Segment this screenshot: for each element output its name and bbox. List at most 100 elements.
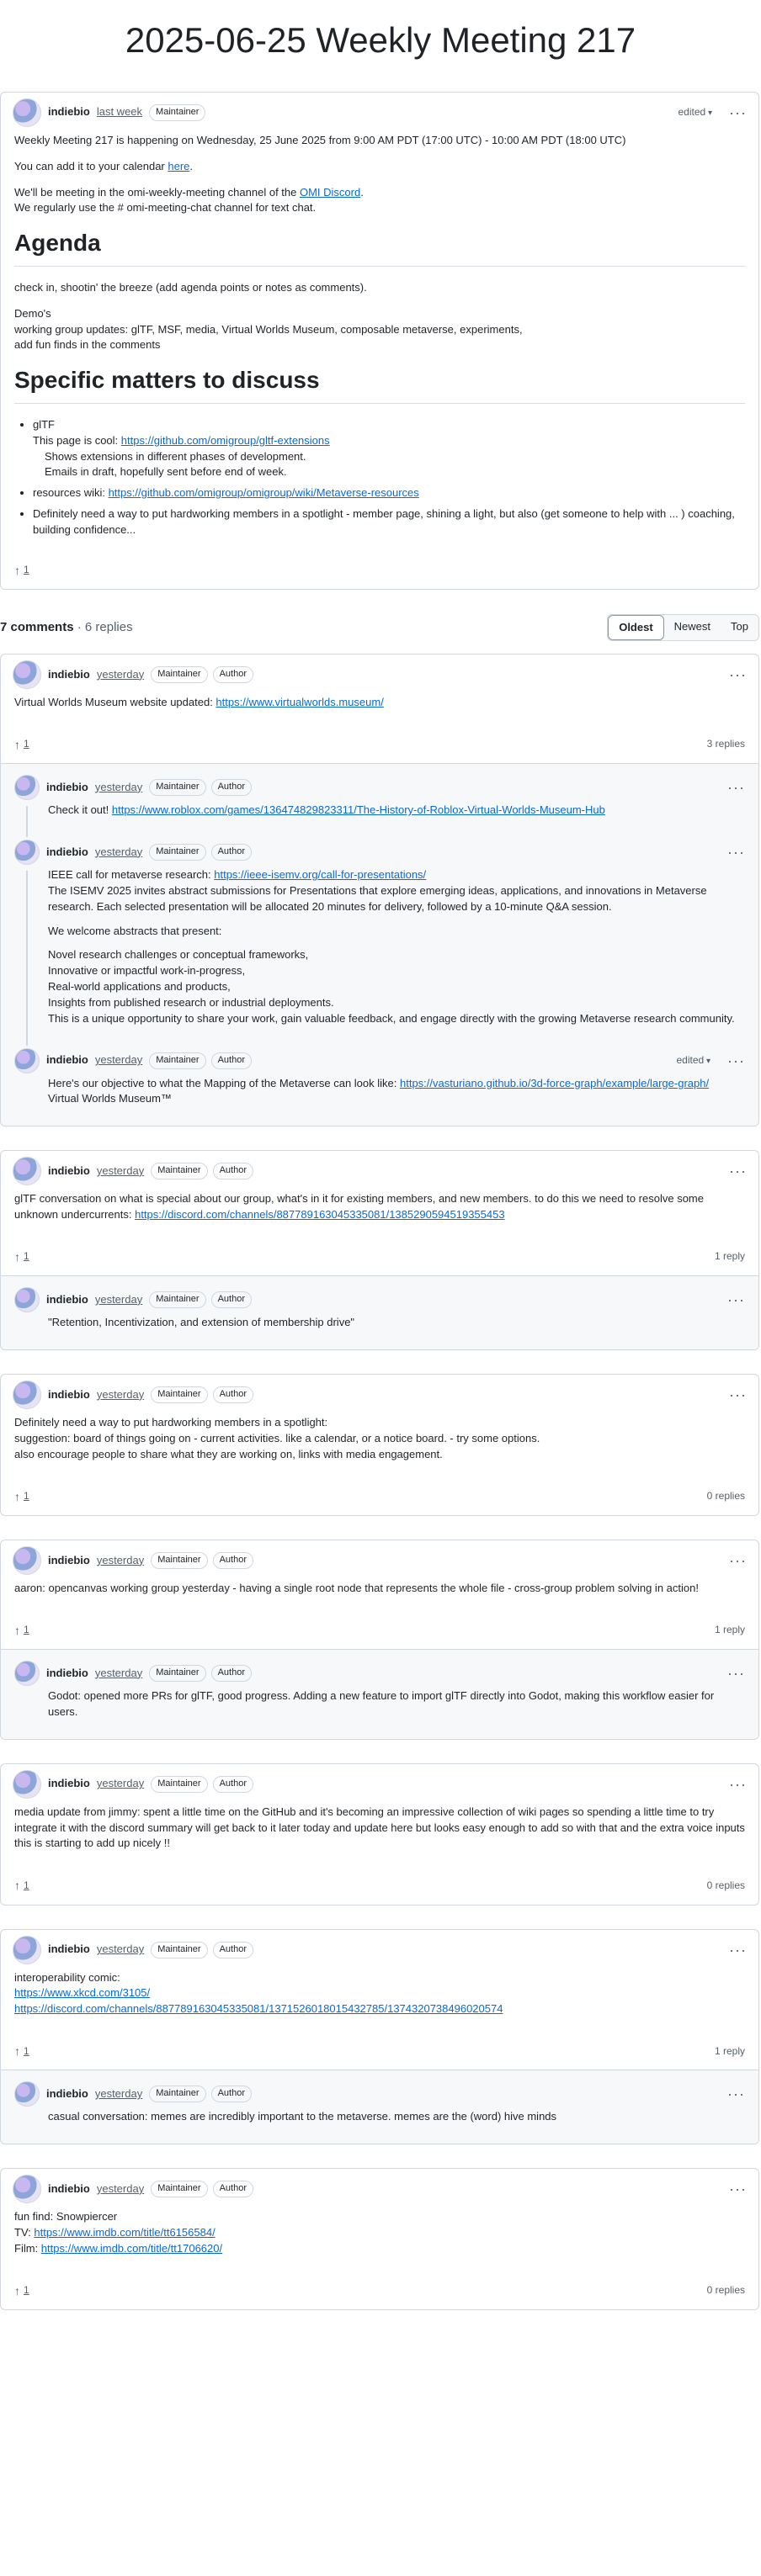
avatar[interactable] — [14, 2081, 40, 2107]
avatar[interactable] — [14, 840, 40, 866]
more-options-icon[interactable]: ··· — [727, 2083, 745, 2105]
comment-time[interactable]: yesterday — [97, 1942, 144, 1958]
upvote-button[interactable]: ↑ 1 — [14, 562, 29, 579]
more-options-icon[interactable]: ··· — [729, 102, 747, 124]
comment-time[interactable]: yesterday — [97, 1163, 144, 1179]
xkcd-link[interactable]: https://www.xkcd.com/3105/ — [14, 1986, 150, 1999]
more-options-icon[interactable]: ··· — [729, 1160, 747, 1182]
thread-line — [26, 871, 28, 1046]
upvote-button[interactable]: ↑ 1 — [14, 1248, 29, 1265]
maintainer-badge: Maintainer — [149, 844, 206, 861]
arrow-up-icon: ↑ — [14, 2044, 20, 2059]
author-name[interactable]: indiebio — [48, 2181, 90, 2197]
discord-message-link[interactable]: https://discord.com/channels/88778916304… — [14, 2002, 503, 2015]
more-options-icon[interactable]: ··· — [727, 1662, 745, 1684]
comment-header: indiebio yesterday Maintainer Author ··· — [1, 655, 758, 695]
comments-count: 7 comments · 6 replies — [0, 620, 133, 635]
reply-count: 3 replies — [706, 738, 745, 750]
author-badge: Author — [212, 1163, 253, 1180]
upvote-button[interactable]: ↑ 1 — [14, 1877, 29, 1894]
avatar[interactable] — [13, 1545, 41, 1575]
sort-oldest-button[interactable]: Oldest — [608, 614, 664, 641]
discord-link[interactable]: OMI Discord — [300, 186, 360, 199]
comment: indiebio yesterday Maintainer Author ···… — [0, 1928, 759, 2145]
more-options-icon[interactable]: ··· — [729, 1550, 747, 1572]
author-badge: Author — [212, 1941, 253, 1959]
more-options-icon[interactable]: ··· — [729, 1384, 747, 1406]
reply-time[interactable]: yesterday — [95, 845, 142, 861]
sort-top-button[interactable]: Top — [721, 615, 758, 641]
author-name[interactable]: indiebio — [48, 1553, 90, 1569]
ieee-link[interactable]: https://ieee-isemv.org/call-for-presenta… — [214, 868, 426, 881]
author-badge: Author — [210, 844, 252, 861]
author-name[interactable]: indiebio — [48, 104, 90, 120]
upvote-button[interactable]: ↑ 1 — [14, 1622, 29, 1639]
avatar[interactable] — [13, 660, 41, 690]
maintainer-badge: Maintainer — [149, 779, 206, 797]
author-name[interactable]: indiebio — [48, 1942, 90, 1958]
author-name[interactable]: indiebio — [48, 1387, 90, 1403]
imdb-tv-link[interactable]: https://www.imdb.com/title/tt6156584/ — [34, 2226, 215, 2239]
comment-time[interactable]: yesterday — [97, 2181, 144, 2197]
author-name[interactable]: indiebio — [46, 1052, 88, 1068]
reply-time[interactable]: yesterday — [95, 1292, 142, 1308]
sort-newest-button[interactable]: Newest — [664, 615, 721, 641]
more-options-icon[interactable]: ··· — [729, 1939, 747, 1961]
reply-time[interactable]: yesterday — [95, 1666, 142, 1682]
avatar[interactable] — [14, 1661, 40, 1687]
more-options-icon[interactable]: ··· — [729, 1773, 747, 1795]
list-item: glTFThis page is cool: https://github.co… — [33, 417, 745, 480]
avatar[interactable] — [14, 775, 40, 801]
comment-time[interactable]: yesterday — [97, 1387, 144, 1403]
avatar[interactable] — [14, 1047, 40, 1073]
roblox-link[interactable]: https://www.roblox.com/games/13647482982… — [112, 803, 605, 816]
author-name[interactable]: indiebio — [46, 845, 88, 861]
imdb-film-link[interactable]: https://www.imdb.com/title/tt1706620/ — [41, 2242, 222, 2255]
reply-time[interactable]: yesterday — [95, 1052, 142, 1068]
author-name[interactable]: indiebio — [48, 667, 90, 683]
comment-time[interactable]: yesterday — [97, 1776, 144, 1792]
gltf-extensions-link[interactable]: https://github.com/omigroup/gltf-extensi… — [121, 434, 330, 447]
upvote-button[interactable]: ↑ 1 — [14, 1488, 29, 1505]
reply-time[interactable]: yesterday — [95, 780, 142, 796]
more-options-icon[interactable]: ··· — [727, 777, 745, 798]
maintainer-badge: Maintainer — [149, 1052, 206, 1069]
avatar[interactable] — [14, 1287, 40, 1313]
maintainer-badge: Maintainer — [151, 666, 208, 683]
reply-time[interactable]: yesterday — [95, 2086, 142, 2102]
avatar[interactable] — [13, 1769, 41, 1799]
avatar[interactable] — [13, 2175, 41, 2204]
author-badge: Author — [212, 2181, 253, 2198]
author-name[interactable]: indiebio — [46, 1666, 88, 1682]
more-options-icon[interactable]: ··· — [729, 664, 747, 686]
upvote-button[interactable]: ↑ 1 — [14, 2282, 29, 2299]
comment-time[interactable]: yesterday — [97, 667, 144, 683]
author-name[interactable]: indiebio — [48, 1776, 90, 1792]
avatar[interactable] — [13, 98, 41, 127]
wiki-link[interactable]: https://github.com/omigroup/omigroup/wik… — [109, 486, 419, 499]
edited-history-dropdown[interactable]: edited — [677, 1053, 711, 1068]
author-name[interactable]: indiebio — [46, 780, 88, 796]
edited-history-dropdown[interactable]: edited — [679, 105, 713, 120]
calendar-link[interactable]: here — [168, 160, 189, 172]
list-item: resources wiki: https://github.com/omigr… — [33, 485, 745, 501]
avatar[interactable] — [13, 1381, 41, 1410]
replies-thread: indiebio yesterday Maintainer Author ···… — [1, 1649, 758, 1739]
force-graph-link[interactable]: https://vasturiano.github.io/3d-force-gr… — [400, 1077, 709, 1089]
author-name[interactable]: indiebio — [46, 1292, 88, 1308]
upvote-button[interactable]: ↑ 1 — [14, 2043, 29, 2059]
museum-link[interactable]: https://www.virtualworlds.museum/ — [216, 696, 383, 708]
more-options-icon[interactable]: ··· — [727, 841, 745, 863]
discord-channel-link[interactable]: https://discord.com/channels/88778916304… — [135, 1208, 504, 1221]
more-options-icon[interactable]: ··· — [727, 1050, 745, 1072]
author-name[interactable]: indiebio — [46, 2086, 88, 2102]
avatar[interactable] — [13, 1157, 41, 1186]
comment-time[interactable]: yesterday — [97, 1553, 144, 1569]
avatar[interactable] — [13, 1935, 41, 1964]
more-options-icon[interactable]: ··· — [729, 2178, 747, 2200]
arrow-up-icon: ↑ — [14, 1879, 20, 1893]
upvote-button[interactable]: ↑ 1 — [14, 736, 29, 753]
post-time[interactable]: last week — [97, 104, 142, 120]
more-options-icon[interactable]: ··· — [727, 1289, 745, 1311]
author-name[interactable]: indiebio — [48, 1163, 90, 1179]
